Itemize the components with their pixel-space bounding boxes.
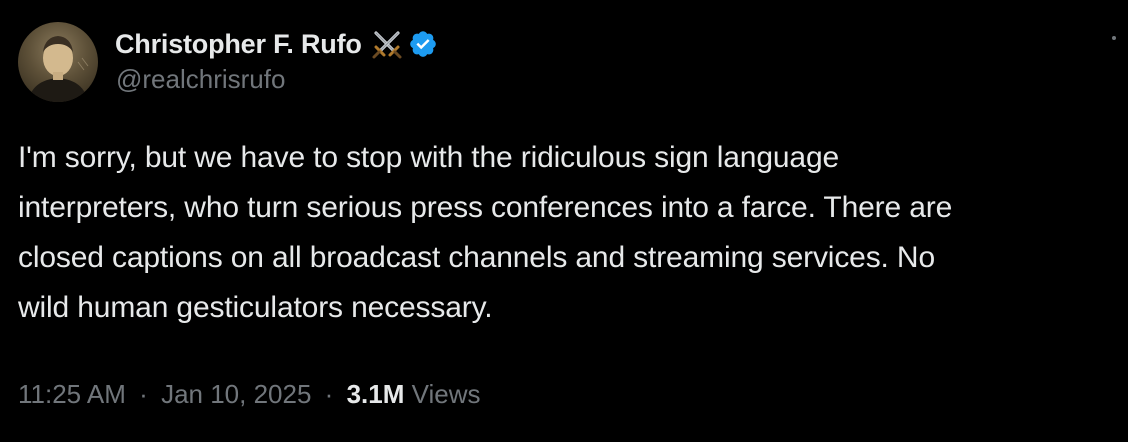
- crossed-swords-icon: [370, 27, 404, 61]
- more-dots-icon: [1112, 36, 1116, 40]
- avatar[interactable]: [18, 22, 98, 102]
- tweet-meta: 11:25 AM · Jan 10, 2025 · 3.1M Views: [18, 379, 481, 410]
- tweet-date[interactable]: Jan 10, 2025: [161, 379, 311, 409]
- display-name[interactable]: Christopher F. Rufo: [115, 29, 362, 60]
- author-handle[interactable]: @realchrisrufo: [116, 64, 285, 95]
- avatar-portrait: [28, 36, 89, 102]
- verified-badge-icon[interactable]: [408, 29, 438, 59]
- views-label: Views: [411, 379, 481, 409]
- meta-separator: ·: [139, 379, 148, 409]
- views-count[interactable]: 3.1M: [347, 379, 405, 409]
- tweet-text: I'm sorry, but we have to stop with the …: [18, 141, 953, 324]
- more-options-button[interactable]: [1106, 30, 1122, 46]
- tweet-time[interactable]: 11:25 AM: [18, 379, 126, 409]
- meta-separator: ·: [324, 379, 334, 409]
- author-name-row: Christopher F. Rufo: [115, 26, 438, 62]
